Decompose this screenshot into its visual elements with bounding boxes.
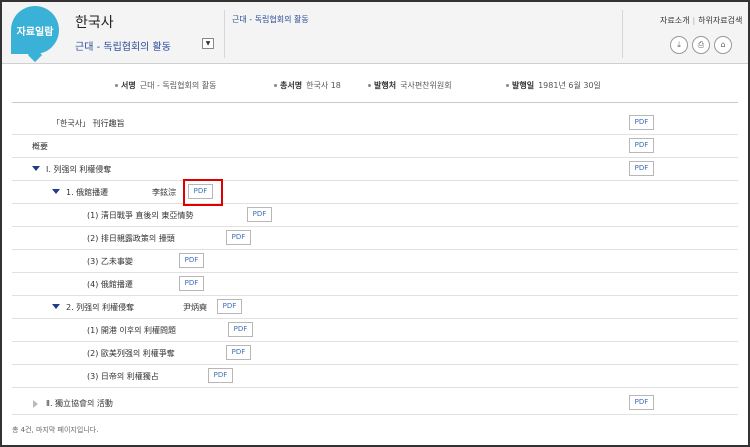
pdf-button[interactable]: PDF — [629, 395, 654, 410]
bullet-icon — [274, 84, 277, 87]
meta-title: 서명 근대 - 독립협회의 활동 — [115, 80, 217, 91]
header-divider — [622, 10, 623, 58]
volume-dropdown-button[interactable]: ▼ — [202, 38, 214, 49]
table-row[interactable]: (2) 排日親露政策의 擡頭 PDF — [12, 227, 738, 250]
print-icon[interactable]: ⎙ — [692, 36, 710, 54]
pdf-button[interactable]: PDF — [179, 276, 204, 291]
share-icon[interactable]: ⌂ — [714, 36, 732, 54]
volume-subtitle: 근대 - 독립협회의 활동 — [75, 42, 171, 53]
pdf-button[interactable]: PDF — [247, 207, 272, 222]
pdf-button[interactable]: PDF — [217, 299, 242, 314]
link-subsearch[interactable]: 하위자료검색 — [698, 16, 742, 25]
highlight-box — [183, 179, 223, 206]
expand-arrow-icon[interactable] — [32, 166, 40, 171]
pdf-button[interactable]: PDF — [179, 253, 204, 268]
toc-item-label[interactable]: (2) 歐美列强의 利權爭奪 — [87, 348, 175, 359]
meta-date: 발행일 1981년 6월 30일 — [506, 80, 601, 91]
toc-item-label[interactable]: (4) 俄館播遷 — [87, 279, 133, 290]
table-row[interactable]: 「한국사」 刊行趣旨 PDF — [12, 112, 738, 135]
pdf-button[interactable]: PDF — [226, 230, 251, 245]
header-divider — [224, 10, 225, 58]
pdf-button[interactable]: PDF — [629, 161, 654, 176]
toc-item-label[interactable]: 槪要 — [32, 141, 48, 152]
table-row[interactable]: (3) 日帝의 利權獨占 PDF — [12, 365, 738, 388]
meta-publisher: 발행처 국사편찬위원회 — [368, 80, 452, 91]
toc-item-label[interactable]: 2. 列强의 利權侵奪 — [66, 302, 134, 313]
table-row[interactable]: 1. 俄館播遷 李鉉淙 PDF — [12, 181, 738, 204]
toc-item-label[interactable]: Ⅱ. 獨立協會의 活動 — [46, 398, 113, 409]
collapse-arrow-icon[interactable] — [33, 400, 38, 408]
meta-series: 총서명 한국사 18 — [274, 80, 341, 91]
link-separator: | — [692, 16, 696, 25]
header-links: 자료소개 | 하위자료검색 — [660, 15, 742, 26]
toc-item-label[interactable]: (3) 日帝의 利權獨占 — [87, 371, 159, 382]
header: 자료일람 한국사 근대 - 독립협회의 활동 ▼ 근대 - 독립협회의 활동 자… — [2, 2, 748, 64]
bibliographic-info: 서명 근대 - 독립협회의 활동 총서명 한국사 18 발행처 국사편찬위원회 발행일… — [12, 68, 738, 103]
page-frame: 자료일람 한국사 근대 - 독립협회의 활동 ▼ 근대 - 독립협회의 활동 자… — [0, 0, 750, 447]
toc-item-label[interactable]: (2) 排日親露政策의 擡頭 — [87, 233, 175, 244]
download-icon[interactable]: ⤓ — [670, 36, 688, 54]
chevron-down-icon: ▼ — [205, 40, 211, 47]
table-row[interactable]: 2. 列强의 利權侵奪 尹炳奭 PDF — [12, 296, 738, 319]
pdf-button[interactable]: PDF — [228, 322, 253, 337]
toc-item-label[interactable]: (1) 開港 이후의 利權問題 — [87, 325, 176, 336]
bullet-icon — [506, 84, 509, 87]
pdf-button[interactable]: PDF — [226, 345, 251, 360]
page-title: 한국사 — [75, 15, 114, 31]
pdf-button[interactable]: PDF — [629, 115, 654, 130]
expand-arrow-icon[interactable] — [52, 304, 60, 309]
toc-item-label[interactable]: 「한국사」 刊行趣旨 — [52, 118, 125, 129]
pdf-button[interactable]: PDF — [208, 368, 233, 383]
table-row[interactable]: Ⅱ. 獨立協會의 活動 PDF — [12, 392, 738, 415]
toc-item-label[interactable]: (1) 淸日戰爭 直後의 東亞情勢 — [87, 210, 193, 221]
table-row[interactable]: (1) 開港 이후의 利權問題 PDF — [12, 319, 738, 342]
expand-arrow-icon[interactable] — [52, 189, 60, 194]
table-row[interactable]: (2) 歐美列强의 利權爭奪 PDF — [12, 342, 738, 365]
toc-item-label[interactable]: Ⅰ. 列强의 利權侵奪 — [46, 164, 111, 175]
breadcrumb: 근대 - 독립협회의 활동 — [232, 15, 309, 24]
bullet-icon — [115, 84, 118, 87]
table-row[interactable]: 槪要 PDF — [12, 135, 738, 158]
author-name: 李鉉淙 — [152, 188, 176, 197]
collection-badge[interactable]: 자료일람 — [11, 6, 59, 54]
table-row[interactable]: Ⅰ. 列强의 利權侵奪 PDF — [12, 158, 738, 181]
link-intro[interactable]: 자료소개 — [660, 16, 689, 25]
pdf-button[interactable]: PDF — [629, 138, 654, 153]
table-row[interactable]: (3) 乙未事變 PDF — [12, 250, 738, 273]
toc-item-label[interactable]: 1. 俄館播遷 — [66, 187, 108, 198]
toc-item-label[interactable]: (3) 乙未事變 — [87, 256, 133, 267]
result-count: 총 4건, 마지막 페이지입니다. — [12, 426, 99, 434]
table-row[interactable]: (1) 淸日戰爭 直後의 東亞情勢 PDF — [12, 204, 738, 227]
bullet-icon — [368, 84, 371, 87]
author-name: 尹炳奭 — [183, 303, 207, 312]
table-row[interactable]: (4) 俄館播遷 PDF — [12, 273, 738, 296]
